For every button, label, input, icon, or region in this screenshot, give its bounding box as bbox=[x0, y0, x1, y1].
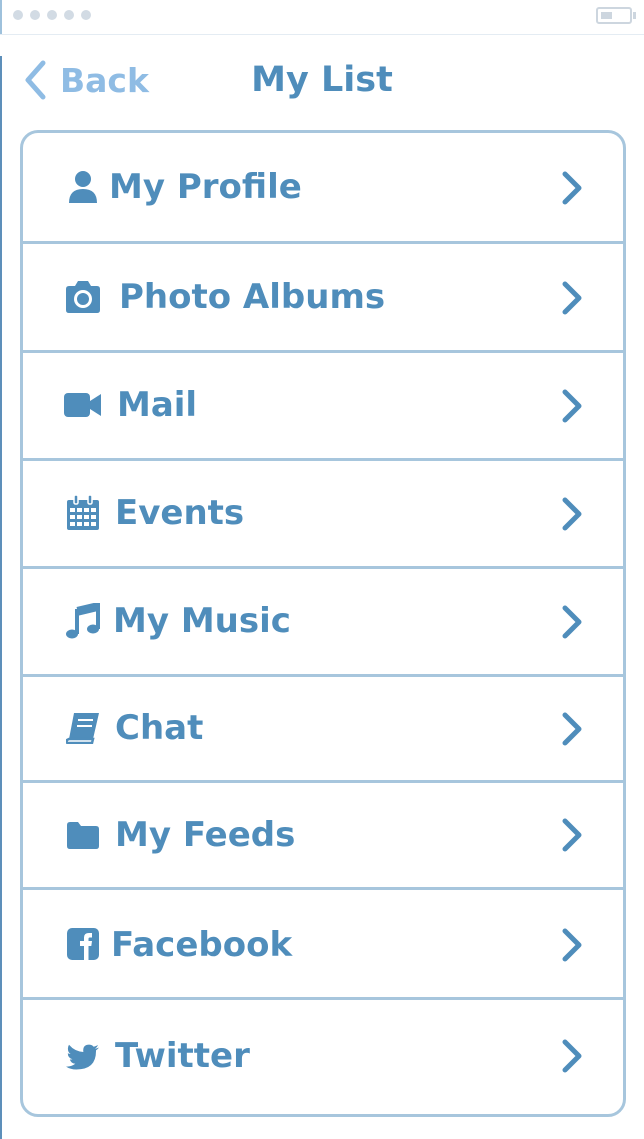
menu-item-events[interactable]: Events bbox=[23, 461, 623, 566]
chevron-right-icon bbox=[562, 818, 582, 852]
battery-tip bbox=[633, 12, 636, 19]
user-icon bbox=[65, 169, 101, 205]
music-note-icon bbox=[65, 603, 101, 639]
menu-item-label: My Music bbox=[113, 601, 291, 641]
menu-item-label: Photo Albums bbox=[119, 277, 386, 317]
chevron-right-icon bbox=[562, 712, 582, 746]
menu-item-my-feeds[interactable]: My Feeds bbox=[23, 783, 623, 887]
battery-level bbox=[601, 12, 612, 19]
menu-item-twitter[interactable]: Twitter bbox=[23, 1000, 623, 1114]
menu-item-my-music[interactable]: My Music bbox=[23, 569, 623, 674]
page-title: My List bbox=[251, 60, 393, 100]
signal-dot bbox=[47, 10, 57, 20]
menu-item-label: My Feeds bbox=[115, 815, 296, 855]
menu-item-chat[interactable]: Chat bbox=[23, 677, 623, 780]
menu-item-label: My Profile bbox=[109, 167, 302, 207]
chevron-right-icon bbox=[562, 281, 582, 315]
facebook-icon bbox=[65, 926, 101, 962]
video-camera-icon bbox=[63, 387, 103, 423]
chevron-right-icon bbox=[562, 497, 582, 531]
menu-item-label: Chat bbox=[115, 708, 204, 748]
chevron-right-icon bbox=[562, 605, 582, 639]
calendar-icon bbox=[65, 495, 101, 531]
frame-edge-top bbox=[0, 0, 2, 34]
menu-item-mail[interactable]: Mail bbox=[23, 353, 623, 458]
signal-indicator bbox=[13, 10, 91, 20]
chevron-right-icon bbox=[562, 1039, 582, 1073]
signal-dot bbox=[30, 10, 40, 20]
menu-item-label: Events bbox=[115, 493, 245, 533]
signal-dot bbox=[81, 10, 91, 20]
frame-edge bbox=[0, 56, 2, 1139]
camera-icon bbox=[63, 279, 103, 315]
menu-item-facebook[interactable]: Facebook bbox=[23, 890, 623, 997]
menu-item-my-profile[interactable]: My Profile bbox=[23, 133, 623, 241]
chevron-right-icon bbox=[562, 171, 582, 205]
phone-screen: Back My List My Profile Photo Albums Mai… bbox=[0, 0, 644, 1139]
signal-dot bbox=[64, 10, 74, 20]
signal-dot bbox=[13, 10, 23, 20]
chevron-right-icon bbox=[562, 928, 582, 962]
menu-list: My Profile Photo Albums Mail Events My M… bbox=[20, 130, 626, 1117]
folder-icon bbox=[65, 817, 101, 853]
chevron-right-icon bbox=[562, 389, 582, 423]
menu-item-photo-albums[interactable]: Photo Albums bbox=[23, 244, 623, 350]
battery-icon bbox=[596, 7, 636, 24]
book-icon bbox=[65, 710, 101, 746]
menu-item-label: Twitter bbox=[115, 1036, 250, 1076]
twitter-icon bbox=[65, 1040, 101, 1076]
status-bar-divider bbox=[0, 34, 644, 35]
menu-item-label: Mail bbox=[117, 385, 198, 425]
menu-item-label: Facebook bbox=[111, 925, 293, 965]
